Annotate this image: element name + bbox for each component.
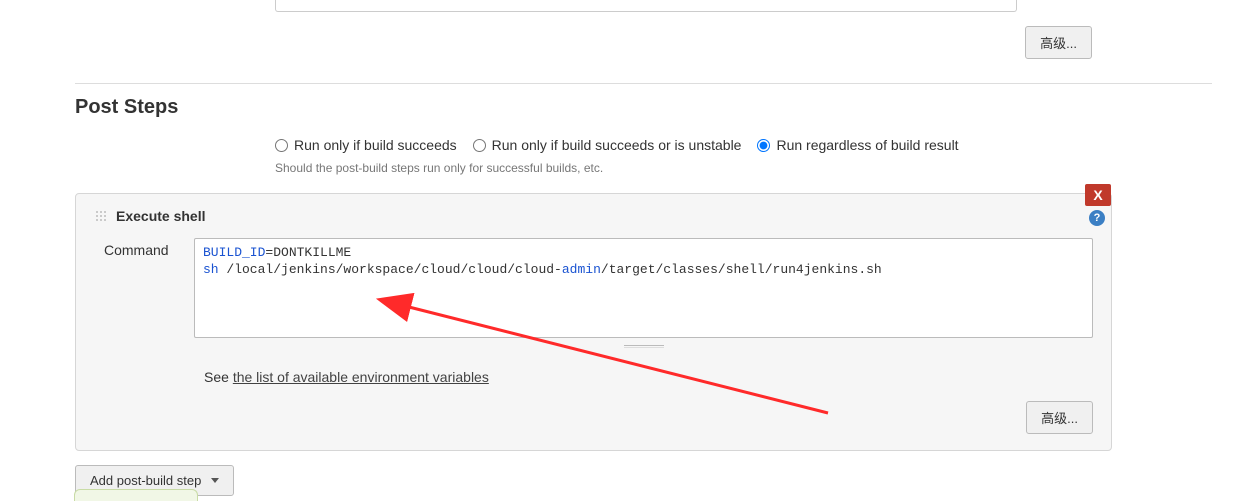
- section-divider: [75, 83, 1212, 84]
- radio-label: Run regardless of build result: [776, 137, 958, 153]
- env-link-prefix: See: [204, 369, 233, 385]
- advanced-button-top[interactable]: 高级...: [1025, 26, 1092, 59]
- env-variables-link[interactable]: the list of available environment variab…: [233, 369, 489, 385]
- command-textarea[interactable]: BUILD_ID=DONTKILLME sh /local/jenkins/wo…: [194, 238, 1093, 338]
- advanced-button-step[interactable]: 高级...: [1026, 401, 1093, 434]
- code-token: sh: [203, 262, 226, 277]
- radio-input-succeeds-or-unstable[interactable]: [473, 139, 486, 152]
- code-token: BUILD_ID: [203, 245, 265, 260]
- code-token: /target/classes/shell/run4jenkins.sh: [601, 262, 882, 277]
- delete-step-button[interactable]: X: [1085, 184, 1111, 206]
- section-title-post-steps: Post Steps: [75, 96, 1212, 119]
- command-label: Command: [104, 238, 182, 258]
- add-step-label: Add post-build step: [90, 473, 201, 488]
- radio-succeeds-only[interactable]: Run only if build succeeds: [275, 137, 457, 153]
- radio-input-succeeds-only[interactable]: [275, 139, 288, 152]
- bottom-tab-stub: [74, 489, 198, 501]
- radio-regardless[interactable]: Run regardless of build result: [757, 137, 958, 153]
- radio-input-regardless[interactable]: [757, 139, 770, 152]
- code-token: =DONTKILLME: [265, 245, 351, 260]
- radio-label: Run only if build succeeds: [294, 137, 457, 153]
- radio-hint-text: Should the post-build steps run only for…: [275, 161, 1212, 175]
- code-token: admin: [562, 262, 601, 277]
- chevron-down-icon: [211, 478, 219, 483]
- code-token: /local/jenkins/workspace/cloud/cloud/clo…: [226, 262, 561, 277]
- radio-label: Run only if build succeeds or is unstabl…: [492, 137, 742, 153]
- radio-succeeds-or-unstable[interactable]: Run only if build succeeds or is unstabl…: [473, 137, 742, 153]
- previous-textarea-bottom: [275, 0, 1017, 12]
- help-icon[interactable]: ?: [1089, 210, 1105, 226]
- post-step-run-condition-radios: Run only if build succeeds Run only if b…: [275, 137, 1212, 153]
- step-title: Execute shell: [116, 208, 206, 224]
- build-step-execute-shell: X ? Execute shell Command BUILD_ID=DONTK…: [75, 193, 1112, 451]
- textarea-resize-handle[interactable]: [194, 338, 1093, 351]
- drag-handle-icon[interactable]: [94, 209, 108, 223]
